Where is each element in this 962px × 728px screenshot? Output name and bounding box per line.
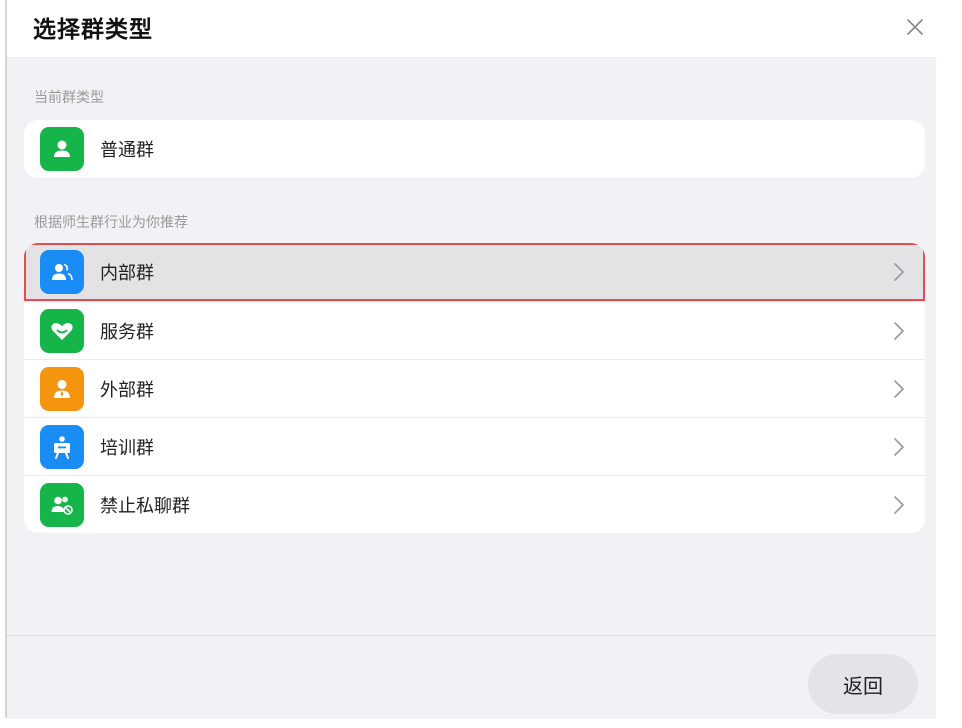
group-type-name: 服务群 [100, 321, 154, 343]
presentation-icon [40, 424, 84, 469]
dialog-title: 选择群类型 [33, 17, 153, 43]
group-type-row-training[interactable]: 培训群 [24, 417, 925, 475]
chevron-right-icon [894, 379, 904, 398]
close-icon[interactable] [906, 18, 924, 36]
group-type-row-internal[interactable]: 内部群 [24, 243, 925, 302]
heart-icon [40, 308, 84, 353]
group-type-name: 外部群 [100, 379, 154, 401]
current-type-name: 普通群 [100, 140, 154, 161]
back-button[interactable]: 返回 [808, 654, 918, 714]
people-blocked-icon [40, 482, 84, 527]
chevron-right-icon [894, 495, 904, 514]
dialog-body: 当前群类型 普通群 根据师生群行业为你推荐 内部群 服务群 外部群 培训群 禁止… [7, 58, 936, 635]
person-tie-icon [40, 366, 84, 411]
group-type-name: 培训群 [100, 437, 154, 459]
group-type-name: 禁止私聊群 [100, 495, 190, 517]
group-type-name: 内部群 [100, 263, 154, 284]
group-type-row-no-private-chat[interactable]: 禁止私聊群 [24, 475, 925, 533]
current-type-label: 当前群类型 [34, 90, 104, 106]
chevron-right-icon [894, 437, 904, 456]
current-type-row[interactable]: 普通群 [24, 120, 925, 178]
chevron-right-icon [894, 263, 904, 281]
chevron-right-icon [894, 321, 904, 340]
select-group-type-dialog: 选择群类型 当前群类型 普通群 根据师生群行业为你推荐 内部群 服务群 外部群 … [5, 0, 936, 719]
people-icon [40, 250, 84, 294]
recommend-card: 内部群 服务群 外部群 培训群 禁止私聊群 [24, 243, 925, 533]
dialog-header: 选择群类型 [7, 0, 936, 58]
group-type-row-external[interactable]: 外部群 [24, 359, 925, 417]
dialog-footer: 返回 [7, 635, 936, 719]
person-icon [40, 127, 84, 171]
current-type-card: 普通群 [24, 120, 925, 178]
group-type-row-service[interactable]: 服务群 [24, 301, 925, 359]
recommend-label: 根据师生群行业为你推荐 [34, 215, 188, 231]
